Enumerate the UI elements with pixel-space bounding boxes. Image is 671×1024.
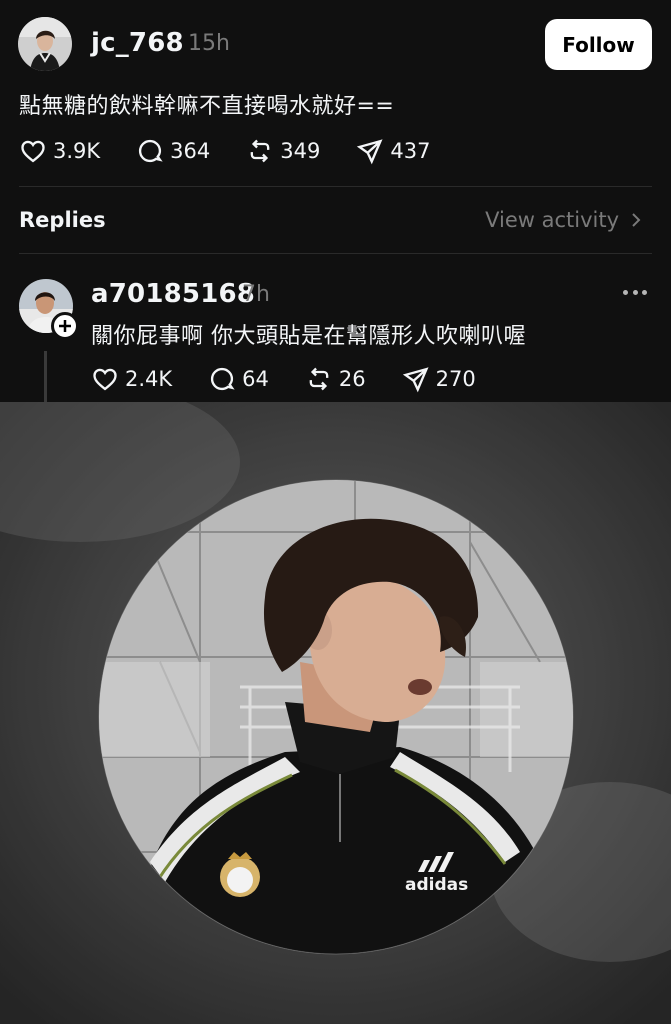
post-text: 點無糖的飲料幹嘛不直接喝水就好== bbox=[19, 94, 395, 119]
repost-count: 349 bbox=[280, 139, 321, 163]
comment-count: 364 bbox=[170, 139, 211, 163]
reply-like-count: 2.4K bbox=[125, 367, 173, 391]
comment-button[interactable]: 364 bbox=[136, 137, 210, 165]
heart-icon bbox=[93, 368, 117, 391]
view-activity-link[interactable]: View activity bbox=[485, 208, 643, 232]
reply-comment-count: 64 bbox=[242, 367, 269, 391]
replies-header: Replies View activity bbox=[0, 187, 671, 253]
reply-share-count: 270 bbox=[435, 367, 476, 391]
original-post: jc_768 15h Follow 點無糖的飲料幹嘛不直接喝水就好== 3.9K… bbox=[0, 0, 671, 186]
comment-icon bbox=[139, 139, 163, 163]
reply-like-button[interactable]: 2.4K bbox=[91, 365, 172, 393]
replies-title: Replies bbox=[19, 208, 106, 232]
heart-icon bbox=[21, 140, 45, 163]
send-icon bbox=[402, 367, 429, 393]
send-icon bbox=[357, 139, 383, 165]
reply-comment-button[interactable]: 64 bbox=[208, 365, 269, 393]
chevron-right-icon bbox=[632, 213, 641, 227]
profile-photo-image: adidas bbox=[0, 402, 671, 1024]
reply-share-button[interactable]: 270 bbox=[402, 365, 476, 393]
share-count: 437 bbox=[390, 139, 431, 163]
post-author-avatar[interactable] bbox=[18, 17, 72, 71]
repost-button[interactable]: 349 bbox=[246, 137, 320, 165]
follow-button[interactable]: Follow bbox=[545, 19, 652, 70]
more-icon[interactable] bbox=[623, 288, 647, 296]
threads-post-page: jc_768 15h Follow 點無糖的飲料幹嘛不直接喝水就好== 3.9K… bbox=[0, 0, 671, 1024]
repost-icon bbox=[309, 367, 329, 391]
reply-item: a70185168 7h 關你屁事啊 你大頭貼是在幫隱形人吹喇叭喔 2.4K 6… bbox=[0, 254, 671, 402]
share-button[interactable]: 437 bbox=[356, 137, 430, 165]
reply-repost-count: 26 bbox=[338, 367, 366, 391]
post-author-username[interactable]: jc_768 bbox=[91, 28, 184, 58]
like-count: 3.9K bbox=[53, 139, 101, 163]
thread-line bbox=[44, 351, 47, 402]
svg-text:adidas: adidas bbox=[405, 875, 468, 895]
reply-actions: 2.4K 64 26 270 bbox=[91, 365, 512, 393]
view-activity-label: View activity bbox=[485, 208, 619, 232]
comment-icon bbox=[211, 367, 235, 391]
follow-plus-badge[interactable] bbox=[51, 312, 79, 340]
reply-repost-button[interactable]: 26 bbox=[305, 365, 366, 393]
reply-attached-image[interactable]: adidas bbox=[0, 402, 671, 1024]
like-button[interactable]: 3.9K bbox=[19, 137, 100, 165]
plus-icon bbox=[59, 320, 71, 332]
reply-author-username[interactable]: a70185168 bbox=[91, 279, 255, 309]
reply-text: 關你屁事啊 你大頭貼是在幫隱形人吹喇叭喔 bbox=[91, 324, 526, 349]
post-actions: 3.9K 364 349 437 bbox=[19, 137, 466, 165]
reply-timestamp: 7h bbox=[242, 282, 270, 307]
repost-icon bbox=[250, 139, 270, 163]
post-timestamp: 15h bbox=[188, 31, 230, 56]
